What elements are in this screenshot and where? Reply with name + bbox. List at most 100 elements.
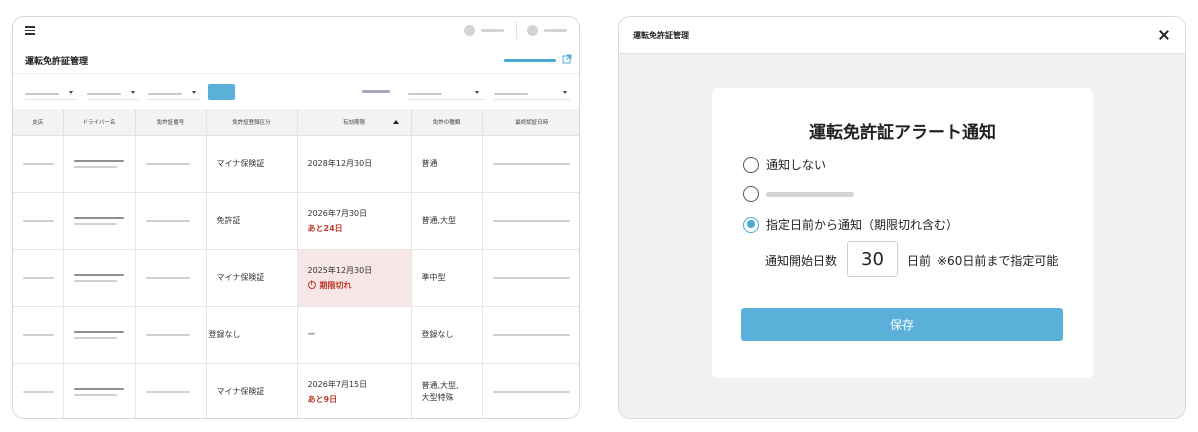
close-icon[interactable] [1158, 29, 1170, 41]
external-link-icon[interactable] [562, 54, 572, 64]
start-days-note: ※60日前まで指定可能 [937, 254, 1059, 268]
table-row[interactable]: 免許証 2026年7月30日 あと24日 普通,大型 [13, 192, 579, 250]
license-type-cell: 普通 [411, 135, 483, 193]
expiry-date: 2026年7月30日 [307, 208, 368, 218]
table-row[interactable]: 登録なし ー 登録なし [13, 306, 579, 364]
modal-header-title: 運転免許証管理 [633, 31, 689, 40]
column-header-registration-type: 免許証登録区分 [206, 109, 298, 136]
days-remaining: あと9日 [307, 394, 338, 404]
radio-button[interactable] [743, 156, 759, 173]
table-row[interactable]: マイナ保険証 2025年12月30日 期限切れ 準中型 [13, 249, 579, 307]
branch-cell [13, 192, 64, 250]
menu-icon[interactable] [25, 26, 35, 35]
license-number-cell [135, 192, 207, 250]
table-row[interactable]: マイナ保険証 2026年7月15日 あと9日 普通,大型, 大型特殊 [13, 363, 579, 418]
last-verified-cell [482, 306, 579, 364]
expiry-cell: 2026年7月30日 あと24日 [297, 192, 412, 250]
license-number-cell [135, 249, 207, 307]
branch-cell [13, 135, 64, 193]
last-verified-cell [482, 135, 579, 193]
branch-cell [13, 306, 64, 364]
column-header-license-number: 免許証番号 [135, 109, 207, 136]
license-number-cell [135, 306, 207, 364]
user-menu[interactable] [527, 25, 567, 36]
license-type-cell: 登録なし [411, 306, 483, 364]
save-button[interactable]: 保存 [741, 308, 1063, 341]
start-days-label: 通知開始日数 [765, 254, 838, 268]
last-verified-cell [482, 363, 579, 418]
radio-label-placeholder [766, 191, 854, 197]
column-header-expiry-label: 有効期限 [342, 119, 365, 126]
avatar [464, 25, 475, 36]
expiry-date: 2025年12月30日 [307, 265, 373, 275]
last-verified-cell [482, 192, 579, 250]
radio-label: 通知しない [766, 158, 827, 172]
alert-settings-card: 運転免許証アラート通知 通知しない 指定日前から通知（期限切れ含む） 通知開始日… [712, 88, 1093, 378]
column-header-expiry[interactable]: 有効期限 [297, 109, 412, 136]
driver-name-cell [63, 363, 136, 418]
license-number-cell [135, 135, 207, 193]
account-name-placeholder [481, 29, 504, 32]
registration-type-cell: 登録なし [206, 306, 298, 364]
expiry-cell-expired: 2025年12月30日 期限切れ [297, 249, 412, 307]
user-name-placeholder [544, 29, 567, 32]
avatar [527, 25, 538, 36]
header-link-placeholder[interactable] [504, 59, 556, 62]
modal-header: 運転免許証管理 [619, 17, 1185, 54]
sort-ascending-icon[interactable] [392, 120, 399, 124]
driver-name-cell [63, 306, 136, 364]
search-button[interactable] [208, 84, 235, 100]
expiry-date: 2026年7月15日 [307, 379, 368, 389]
expiry-cell: ー [297, 306, 412, 364]
topbar-divider [516, 21, 517, 39]
last-verified-cell [482, 249, 579, 307]
expired-badge: 期限切れ [307, 280, 411, 291]
license-type-cell: 普通,大型, 大型特殊 [411, 363, 483, 418]
column-header-license-type: 免許の種類 [411, 109, 483, 136]
radio-option-days-before[interactable]: 指定日前から通知（期限切れ含む） [743, 216, 958, 233]
branch-cell [13, 249, 64, 307]
filter-underline [87, 99, 139, 100]
license-table: 支店 ドライバー名 免許証番号 免許証登録区分 有効期限 免許の種類 最終認証日… [13, 109, 579, 418]
alert-circle-icon [307, 280, 316, 289]
sort-label-placeholder [362, 90, 390, 93]
expiry-date: 2028年12月30日 [307, 159, 373, 168]
filter-underline [148, 99, 200, 100]
card-title: 運転免許証アラート通知 [809, 123, 996, 143]
days-remaining: あと24日 [307, 223, 343, 233]
start-days-unit: 日前 [907, 254, 932, 268]
expiry-cell: 2028年12月30日 [297, 135, 412, 193]
radio-button-selected[interactable] [743, 216, 759, 233]
license-list-panel: 運転免許証管理 支店 ドライバー名 免許証番号 免許証登録区分 有効期限 免許の… [12, 16, 580, 419]
expired-label: 期限切れ [319, 280, 352, 290]
filter-underline [25, 99, 77, 100]
header-divider [13, 73, 579, 74]
driver-name-cell [63, 192, 136, 250]
license-type-cell: 普通,大型 [411, 192, 483, 250]
license-number-cell [135, 363, 207, 418]
radio-option-none[interactable]: 通知しない [743, 156, 826, 173]
top-bar [13, 17, 579, 45]
radio-label: 指定日前から通知（期限切れ含む） [766, 218, 959, 232]
column-header-branch: 支店 [13, 109, 64, 136]
registration-type-cell: マイナ保険証 [206, 249, 298, 307]
alert-settings-panel: 運転免許証管理 運転免許証アラート通知 通知しない 指定日前から通知（期限切れ含… [618, 16, 1186, 419]
account-switcher[interactable] [464, 25, 504, 36]
registration-type-cell: 免許証 [206, 192, 298, 250]
column-header-last-verified: 最終認証日時 [482, 109, 579, 136]
filter-underline [408, 99, 484, 100]
registration-type-cell: マイナ保険証 [206, 135, 298, 193]
expiry-cell: 2026年7月15日 あと9日 [297, 363, 412, 418]
registration-type-cell: マイナ保険証 [206, 363, 298, 418]
branch-cell [13, 363, 64, 418]
driver-name-cell [63, 249, 136, 307]
license-type-cell: 準中型 [411, 249, 483, 307]
driver-name-cell [63, 135, 136, 193]
column-header-driver: ドライバー名 [63, 109, 136, 136]
start-days-input[interactable] [847, 241, 898, 277]
radio-button[interactable] [743, 186, 759, 202]
table-row[interactable]: マイナ保険証 2028年12月30日 普通 [13, 135, 579, 193]
table-header-row: 支店 ドライバー名 免許証番号 免許証登録区分 有効期限 免許の種類 最終認証日… [13, 109, 579, 136]
radio-option-placeholder[interactable] [743, 186, 854, 202]
filter-underline [494, 99, 570, 100]
